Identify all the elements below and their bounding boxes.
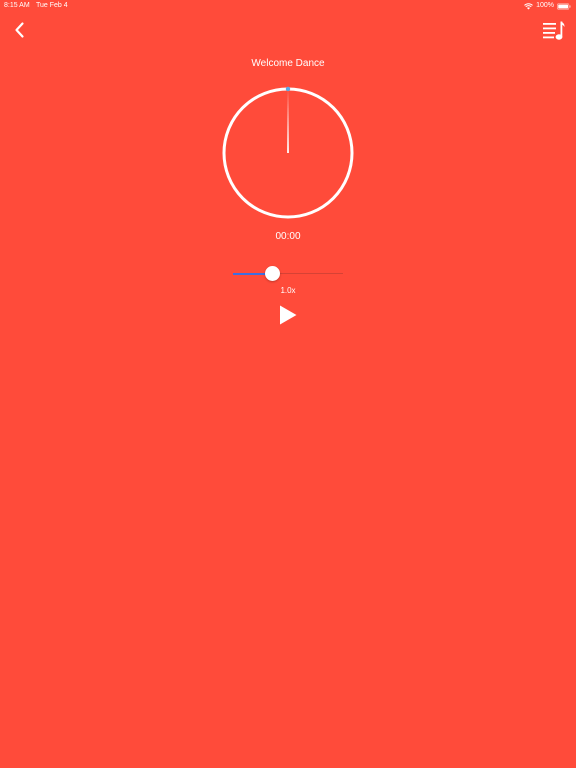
wifi-icon (524, 2, 533, 9)
battery-percent: 100% (536, 2, 554, 9)
slider-thumb[interactable] (265, 266, 281, 281)
speed-slider[interactable] (233, 266, 343, 282)
play-icon (280, 305, 297, 325)
playlist-button[interactable] (542, 20, 566, 42)
track-title: Welcome Dance (251, 58, 325, 69)
play-button[interactable] (278, 304, 298, 326)
chevron-left-icon (15, 22, 24, 38)
speed-label: 1.0x (280, 286, 296, 295)
status-time: 8:15 AM (4, 2, 30, 9)
battery-icon (557, 2, 571, 10)
playlist-music-icon (543, 21, 565, 40)
status-bar: 8:15 AM Tue Feb 4 100% (0, 0, 576, 12)
status-indicators: 100% (524, 0, 571, 12)
dial-position-marker (285, 86, 291, 92)
status-date: Tue Feb 4 (36, 2, 68, 9)
back-button[interactable] (10, 20, 30, 40)
elapsed-time: 00:00 (275, 231, 301, 242)
player-screen: 8:15 AM Tue Feb 4 100% Welcome Dance 00:… (0, 0, 576, 768)
dial-hand (287, 89, 289, 153)
progress-dial (222, 86, 354, 219)
